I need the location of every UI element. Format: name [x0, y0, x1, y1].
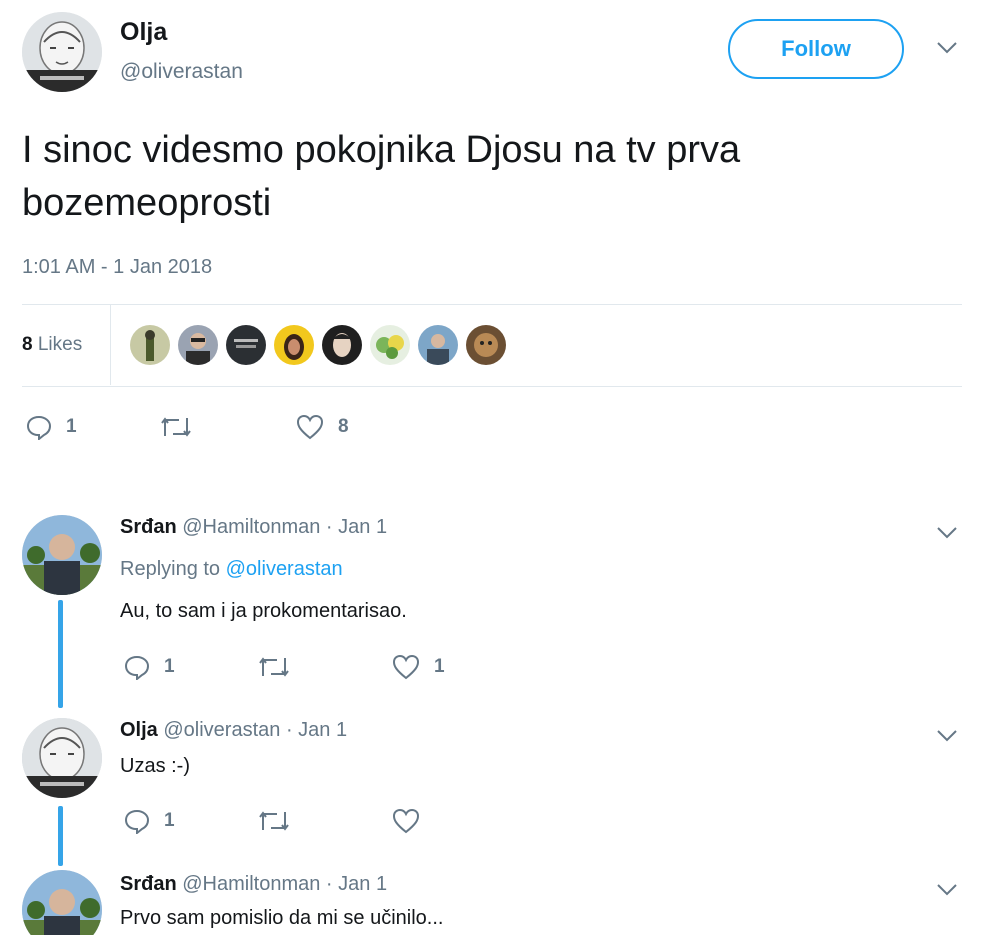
chevron-down-icon[interactable] [936, 38, 958, 61]
reply-icon [26, 415, 52, 440]
like-count: 8 [338, 416, 349, 437]
reply-author-name[interactable]: Olja [120, 719, 158, 741]
reply-meta[interactable]: @Hamiltonman · Jan 1 [182, 516, 387, 538]
like-count: 1 [434, 656, 445, 677]
reply-avatar[interactable] [22, 870, 102, 935]
reply-button[interactable]: 1 [26, 414, 77, 440]
liker-avatar[interactable] [418, 325, 458, 365]
reply-button[interactable]: 1 [124, 808, 175, 834]
reply-count: 1 [164, 810, 175, 831]
likes-label: Likes [37, 334, 83, 355]
retweet-icon [259, 811, 289, 831]
reply-meta[interactable]: @oliverastan · Jan 1 [163, 719, 347, 741]
like-button[interactable] [392, 808, 434, 834]
heart-icon [392, 808, 420, 834]
reply-avatar[interactable] [22, 515, 102, 595]
reply-header[interactable]: Srđan @Hamiltonman · Jan 1 [120, 516, 387, 539]
retweet-icon [161, 417, 191, 437]
likes-stat[interactable]: 8 Likes [22, 334, 82, 356]
chevron-down-icon[interactable] [936, 523, 958, 546]
divider-bottom [22, 386, 962, 387]
reply-text: Uzas :-) [120, 755, 190, 777]
like-button[interactable]: 1 [392, 654, 445, 680]
follow-button[interactable]: Follow [728, 19, 904, 79]
heart-icon [296, 414, 324, 440]
author-name[interactable]: Olja [120, 18, 167, 47]
reply-icon [124, 809, 150, 834]
reply-header[interactable]: Olja @oliverastan · Jan 1 [120, 719, 347, 742]
liker-avatar[interactable] [130, 325, 170, 365]
likes-separator [110, 305, 111, 385]
retweet-button[interactable] [258, 808, 290, 834]
reply-author-name[interactable]: Srđan [120, 873, 177, 895]
author-handle[interactable]: @oliverastan [120, 60, 243, 84]
replying-prefix: Replying to [120, 558, 221, 580]
chevron-down-icon[interactable] [936, 880, 958, 903]
reply-text: Au, to sam i ja prokomentarisao. [120, 600, 407, 622]
liker-avatar[interactable] [226, 325, 266, 365]
reply-text: Prvo sam pomislio da mi se učinilo... [120, 907, 444, 929]
replying-to: Replying to @oliverastan [120, 558, 343, 581]
likers-avatars [130, 325, 506, 365]
heart-icon [392, 654, 420, 680]
chevron-down-icon[interactable] [936, 726, 958, 749]
reply-header[interactable]: Srđan @Hamiltonman · Jan 1 [120, 873, 387, 896]
liker-avatar[interactable] [178, 325, 218, 365]
liker-avatar[interactable] [274, 325, 314, 365]
retweet-icon [259, 657, 289, 677]
reply-button[interactable]: 1 [124, 654, 175, 680]
retweet-button[interactable] [160, 414, 192, 440]
divider-top [22, 304, 962, 305]
reply-author-name[interactable]: Srđan [120, 516, 177, 538]
retweet-button[interactable] [258, 654, 290, 680]
tweet-timestamp[interactable]: 1:01 AM - 1 Jan 2018 [22, 256, 212, 279]
author-avatar[interactable] [22, 12, 102, 92]
liker-avatar[interactable] [466, 325, 506, 365]
reply-icon [124, 655, 150, 680]
liker-avatar[interactable] [370, 325, 410, 365]
reply-count: 1 [164, 656, 175, 677]
likes-number: 8 [22, 334, 33, 355]
replying-handle-link[interactable]: @oliverastan [226, 558, 343, 580]
reply-count: 1 [66, 416, 77, 437]
thread-line [58, 600, 63, 708]
tweet-text-line-2: bozemeoprosti [22, 182, 272, 224]
thread-line [58, 806, 63, 866]
like-button[interactable]: 8 [296, 414, 349, 440]
tweet-text-line-1: I sinoc videsmo pokojnika Djosu na tv pr… [22, 129, 741, 171]
reply-avatar[interactable] [22, 718, 102, 798]
reply-meta[interactable]: @Hamiltonman · Jan 1 [182, 873, 387, 895]
liker-avatar[interactable] [322, 325, 362, 365]
